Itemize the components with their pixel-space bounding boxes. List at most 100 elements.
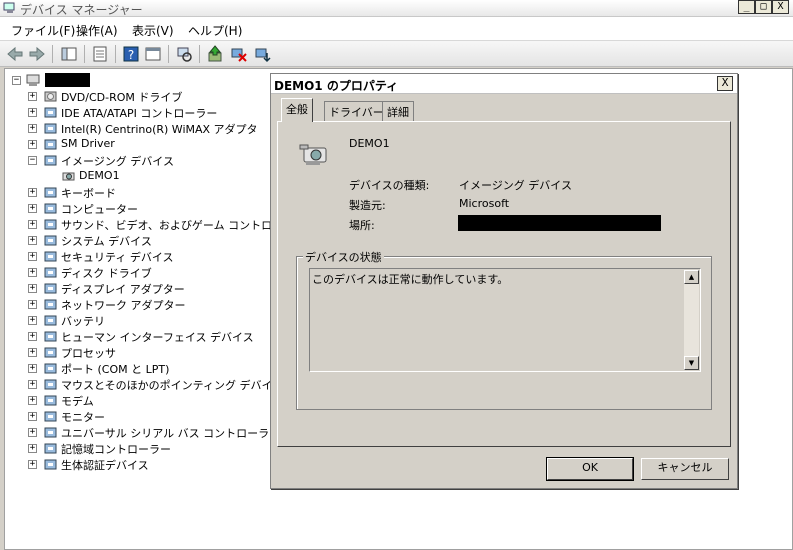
scroll-down-icon[interactable]: ▼ — [684, 356, 699, 370]
expand-icon[interactable]: + — [28, 348, 37, 357]
modem-icon — [44, 395, 57, 406]
device-status-box[interactable]: このデバイスは正常に動作しています。 ▲ ▼ — [309, 268, 701, 372]
view-icon[interactable] — [144, 45, 162, 63]
tree-item-label: IDE ATA/ATAPI コントローラー — [61, 107, 218, 120]
processor-icon — [44, 347, 57, 358]
menu-action[interactable]: 操作(A) — [76, 22, 118, 39]
tree-item-label: SM Driver — [61, 137, 115, 150]
tree-item-label: ヒューマン インターフェイス デバイス — [61, 331, 254, 344]
device-type-label: デバイスの種類: — [349, 179, 430, 192]
tree-item-label: セキュリティ デバイス — [61, 251, 174, 264]
expand-icon[interactable]: + — [28, 124, 37, 133]
expand-icon[interactable]: + — [28, 300, 37, 309]
manufacturer-label: 製造元: — [349, 199, 386, 212]
properties-dialog: DEMO1 のプロパティ X 全般 ドライバー 詳細 DEMO1 デバイスの種類… — [270, 73, 738, 489]
expand-icon[interactable]: + — [28, 460, 37, 469]
properties-icon[interactable] — [91, 45, 109, 63]
status-scrollbar[interactable]: ▲ ▼ — [684, 270, 699, 370]
disk-drive-icon — [44, 267, 57, 278]
expand-icon[interactable]: + — [28, 428, 37, 437]
back-icon[interactable] — [6, 45, 24, 63]
tree-item-label: キーボード — [61, 187, 116, 200]
expand-icon[interactable]: + — [28, 364, 37, 373]
expand-icon[interactable]: + — [28, 284, 37, 293]
biometric-icon — [44, 459, 57, 470]
expand-icon[interactable]: + — [28, 396, 37, 405]
dialog-close-button[interactable]: X — [717, 76, 733, 91]
help-icon[interactable]: ? — [122, 45, 140, 63]
tree-item-label: ディスプレイ アダプター — [61, 283, 185, 296]
tree-item-label: ディスク ドライブ — [61, 267, 152, 280]
system-device-icon — [44, 235, 57, 246]
collapse-icon[interactable]: − — [12, 76, 21, 85]
battery-icon — [44, 315, 57, 326]
expand-icon[interactable]: + — [28, 412, 37, 421]
manufacturer-value: Microsoft — [459, 197, 510, 210]
tree-item-label: システム デバイス — [61, 235, 152, 248]
expand-icon[interactable]: + — [28, 316, 37, 325]
device-status-text: このデバイスは正常に動作しています。 — [312, 273, 509, 286]
hid-icon — [44, 331, 57, 342]
show-hide-console-tree-icon[interactable] — [60, 45, 78, 63]
monitor-icon — [44, 411, 57, 422]
usb-icon — [44, 427, 57, 438]
update-driver-icon[interactable] — [206, 45, 224, 63]
tree-item-label: プロセッサ — [61, 347, 116, 360]
collapse-icon[interactable]: − — [28, 156, 37, 165]
menu-view[interactable]: 表示(V) — [132, 22, 174, 39]
minimize-button[interactable]: _ — [738, 0, 755, 14]
menu-file[interactable]: ファイル(F) — [11, 22, 75, 39]
tree-item-label: イメージング デバイス — [61, 155, 174, 168]
uninstall-device-icon[interactable] — [254, 45, 272, 63]
expand-icon[interactable]: + — [28, 204, 37, 213]
tab-details[interactable]: 詳細 — [382, 101, 414, 121]
device-type-value: イメージング デバイス — [459, 179, 572, 192]
expand-icon[interactable]: + — [28, 188, 37, 197]
maximize-button[interactable]: □ — [755, 0, 772, 14]
tree-item-label: モデム — [61, 395, 94, 408]
tree-item-label: 記憶域コントローラー — [61, 443, 171, 456]
tree-item-label: DVD/CD-ROM ドライブ — [61, 91, 183, 104]
tree-item-label: ネットワーク アダプター — [61, 299, 186, 312]
tab-driver[interactable]: ドライバー — [324, 101, 389, 121]
mouse-icon — [44, 379, 57, 390]
scan-hardware-icon[interactable] — [175, 45, 193, 63]
menu-bar: ファイル(F) 操作(A) 表示(V) ヘルプ(H) — [0, 17, 793, 41]
expand-icon[interactable]: + — [28, 332, 37, 341]
storage-controller-icon — [44, 443, 57, 454]
expand-icon[interactable]: + — [28, 380, 37, 389]
expand-icon[interactable]: + — [28, 140, 37, 149]
tree-item-label: ポート (COM と LPT) — [61, 363, 170, 376]
expand-icon[interactable]: + — [28, 236, 37, 245]
ok-button[interactable]: OK — [546, 457, 634, 481]
device-name: DEMO1 — [349, 137, 390, 150]
computer-root-icon — [26, 74, 40, 86]
device-status-label: デバイスの状態 — [303, 249, 384, 265]
forward-icon[interactable] — [28, 45, 46, 63]
cancel-button[interactable]: キャンセル — [641, 458, 729, 480]
tree-item-label: ユニバーサル シリアル バス コントローラー — [61, 427, 281, 440]
scroll-up-icon[interactable]: ▲ — [684, 270, 699, 284]
expand-icon[interactable]: + — [28, 444, 37, 453]
tab-general[interactable]: 全般 — [281, 98, 313, 122]
expand-icon[interactable]: + — [28, 268, 37, 277]
ide-controller-icon — [44, 107, 57, 118]
menu-help[interactable]: ヘルプ(H) — [188, 22, 242, 39]
expand-icon[interactable]: + — [28, 252, 37, 261]
close-button[interactable]: X — [772, 0, 789, 14]
expand-icon[interactable]: + — [28, 220, 37, 229]
disable-device-icon[interactable] — [230, 45, 248, 63]
tree-item-label: バッテリ — [61, 315, 105, 328]
wimax-icon — [44, 123, 57, 134]
expand-icon[interactable]: + — [28, 108, 37, 117]
title-bar: デバイス マネージャー _ □ X — [0, 0, 793, 17]
location-label: 場所: — [349, 219, 375, 232]
expand-icon[interactable]: + — [28, 92, 37, 101]
keyboard-icon — [44, 187, 57, 198]
toolbar-separator — [168, 45, 169, 63]
toolbar-separator — [115, 45, 116, 63]
device-manager-icon — [3, 2, 15, 13]
redacted-location-value — [458, 215, 661, 231]
display-adapter-icon — [44, 283, 57, 294]
security-device-icon — [44, 251, 57, 262]
